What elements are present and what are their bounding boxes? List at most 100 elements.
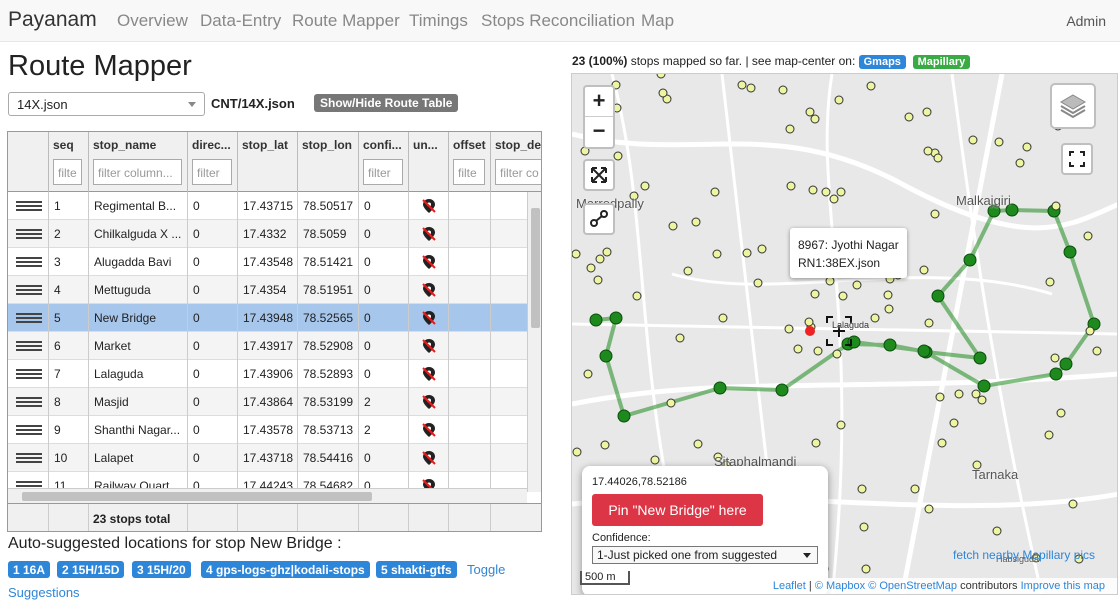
row-handle-cell[interactable] xyxy=(8,416,49,444)
stop-marker[interactable] xyxy=(954,389,964,399)
stop-marker[interactable] xyxy=(602,247,612,257)
stop-marker[interactable] xyxy=(804,317,814,327)
stop-marker[interactable] xyxy=(1092,346,1102,356)
table-row[interactable]: 6 Market 0 17.43917 78.52908 0 xyxy=(8,332,527,360)
stop-marker[interactable] xyxy=(852,280,862,290)
unmap-marker-icon[interactable] xyxy=(421,282,437,298)
improve-map-link[interactable]: Improve this map xyxy=(1021,580,1105,592)
stop-marker[interactable] xyxy=(883,290,893,300)
route-stop-marker[interactable] xyxy=(775,383,789,397)
stop-marker[interactable] xyxy=(924,504,934,514)
column-seq[interactable]: seq filte xyxy=(49,132,89,192)
stop-marker[interactable] xyxy=(935,392,945,402)
stop-marker[interactable] xyxy=(923,146,933,156)
column-stop-desc[interactable]: stop_de filter co xyxy=(491,132,541,192)
drag-handle-icon[interactable] xyxy=(16,229,42,239)
scroll-thumb[interactable] xyxy=(531,208,540,328)
stop-marker[interactable] xyxy=(693,439,703,449)
drag-handle-icon[interactable] xyxy=(16,341,42,351)
stop-marker[interactable] xyxy=(968,135,978,145)
leaflet-link[interactable]: Leaflet xyxy=(773,580,806,592)
stop-marker[interactable] xyxy=(870,313,880,323)
pin-here-button[interactable]: Pin "New Bridge" here xyxy=(592,494,763,526)
stop-marker[interactable] xyxy=(613,151,623,161)
stop-marker[interactable] xyxy=(859,522,869,532)
row-handle-cell[interactable] xyxy=(8,248,49,276)
stop-marker[interactable] xyxy=(811,438,821,448)
unmap-marker-icon[interactable] xyxy=(421,198,437,214)
column-offset[interactable]: offset filte xyxy=(449,132,491,192)
stop-marker[interactable] xyxy=(718,313,728,323)
column-stop-name[interactable]: stop_name filter column... xyxy=(89,132,188,192)
row-handle-cell[interactable] xyxy=(8,304,49,332)
route-stop-marker[interactable] xyxy=(609,311,623,325)
drag-handle-icon[interactable] xyxy=(16,369,42,379)
filter-stop-desc-input[interactable]: filter co xyxy=(495,159,541,185)
unmap-marker-icon[interactable] xyxy=(421,226,437,242)
stop-marker[interactable] xyxy=(666,398,676,408)
unmap-marker-icon[interactable] xyxy=(421,422,437,438)
stop-marker[interactable] xyxy=(884,304,894,314)
stop-marker[interactable] xyxy=(861,564,871,574)
stop-marker[interactable] xyxy=(683,266,693,276)
row-handle-cell[interactable] xyxy=(8,444,49,472)
stop-marker[interactable] xyxy=(650,455,660,465)
route-stop-marker[interactable] xyxy=(977,379,991,393)
unmap-marker-icon[interactable] xyxy=(421,394,437,410)
stop-marker[interactable] xyxy=(937,438,947,448)
table-row[interactable]: 3 Alugadda Bavi 0 17.43548 78.51421 0 xyxy=(8,248,527,276)
filter-direction-input[interactable]: filter xyxy=(192,159,232,185)
stop-marker[interactable] xyxy=(785,124,795,134)
drag-handle-icon[interactable] xyxy=(16,425,42,435)
mapbox-link[interactable]: © Mapbox xyxy=(815,580,865,592)
stop-marker[interactable] xyxy=(593,275,603,285)
filter-confidence-input[interactable]: filter xyxy=(363,159,403,185)
table-row[interactable]: 8 Masjid 0 17.43864 78.53199 2 xyxy=(8,388,527,416)
admin-link[interactable]: Admin xyxy=(1066,13,1106,29)
stop-marker[interactable] xyxy=(712,249,722,259)
stop-marker[interactable] xyxy=(992,526,1002,536)
stop-marker[interactable] xyxy=(834,95,844,105)
layers-control[interactable] xyxy=(1050,83,1096,129)
confidence-select[interactable]: 1-Just picked one from suggested xyxy=(592,546,818,564)
fit-bounds-button[interactable] xyxy=(583,159,615,191)
nav-route-mapper[interactable]: Route Mapper xyxy=(292,11,400,31)
table-row[interactable]: 2 Chilkalguda X ... 0 17.4332 78.5059 0 xyxy=(8,220,527,248)
nav-data-entry[interactable]: Data-Entry xyxy=(200,11,281,31)
stop-marker[interactable] xyxy=(1015,158,1025,168)
unmap-marker-icon[interactable] xyxy=(421,310,437,326)
route-stop-marker[interactable] xyxy=(963,253,977,267)
stop-marker[interactable] xyxy=(857,484,867,494)
row-handle-cell[interactable] xyxy=(8,220,49,248)
stop-marker[interactable] xyxy=(572,447,582,457)
stop-marker[interactable] xyxy=(836,187,846,197)
stop-marker[interactable] xyxy=(977,395,987,405)
suggestion-badge[interactable]: 1 16A xyxy=(8,561,51,578)
stop-marker[interactable] xyxy=(786,181,796,191)
row-handle-cell[interactable] xyxy=(8,332,49,360)
stop-marker[interactable] xyxy=(924,318,934,328)
row-handle-cell[interactable] xyxy=(8,276,49,304)
stop-marker[interactable] xyxy=(825,276,835,286)
drag-handle-icon[interactable] xyxy=(16,397,42,407)
stop-marker[interactable] xyxy=(586,263,596,273)
filter-stop-name-input[interactable]: filter column... xyxy=(93,159,182,185)
gmaps-button[interactable]: Gmaps xyxy=(858,55,906,69)
stop-marker[interactable] xyxy=(919,265,929,275)
unmap-marker-icon[interactable] xyxy=(421,254,437,270)
drag-handle-icon[interactable] xyxy=(16,453,42,463)
route-stop-marker[interactable] xyxy=(973,351,987,365)
table-row[interactable]: 4 Mettuguda 0 17.4354 78.51951 0 xyxy=(8,276,527,304)
unmap-marker-icon[interactable] xyxy=(421,338,437,354)
route-stop-marker[interactable] xyxy=(599,349,613,363)
stop-marker[interactable] xyxy=(742,248,752,258)
selected-stop-marker[interactable] xyxy=(805,326,815,336)
stop-marker[interactable] xyxy=(691,217,701,227)
route-stop-marker[interactable] xyxy=(847,335,861,349)
drag-handle-icon[interactable] xyxy=(16,313,42,323)
zoom-out-button[interactable]: − xyxy=(585,117,613,147)
nav-overview[interactable]: Overview xyxy=(117,11,188,31)
nav-map[interactable]: Map xyxy=(641,11,674,31)
stop-marker[interactable] xyxy=(572,249,581,259)
table-row[interactable]: 10 Lalapet 0 17.43718 78.54416 0 xyxy=(8,444,527,472)
